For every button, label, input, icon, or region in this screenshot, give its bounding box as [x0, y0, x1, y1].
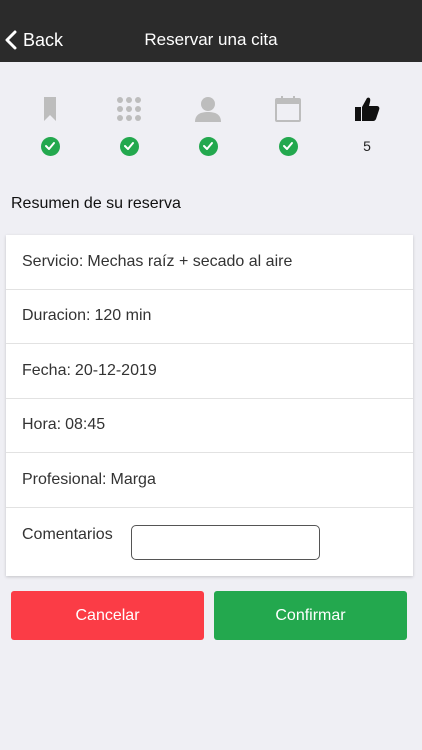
page-title: Reservar una cita	[144, 30, 278, 49]
summary-row-duracion: Duracion: 120 min	[6, 290, 413, 344]
thumbs-up-icon	[352, 94, 382, 124]
profesional-label: Profesional:	[22, 470, 107, 488]
step-professional[interactable]	[186, 94, 230, 158]
navbar: Back Reservar una cita	[0, 0, 422, 62]
confirm-button[interactable]: Confirmar	[214, 591, 407, 640]
duracion-value: 120 min	[94, 307, 152, 325]
step-service[interactable]	[28, 94, 72, 158]
comentarios-label: Comentarios	[22, 525, 113, 543]
summary-title: Resumen de su reserva	[11, 195, 181, 212]
step-category[interactable]	[107, 94, 151, 158]
summary-card: Servicio: Mechas raíz + secado al aire D…	[6, 235, 413, 576]
calendar-icon	[273, 94, 303, 124]
cancel-button[interactable]: Cancelar	[11, 591, 204, 640]
check-icon	[198, 136, 218, 156]
grid-icon	[114, 94, 144, 124]
check-icon	[119, 136, 139, 156]
comentarios-input[interactable]	[130, 524, 320, 560]
summary-row-fecha: Fecha: 20-12-2019	[6, 344, 413, 399]
booking-steps: 5	[0, 62, 422, 174]
summary-row-servicio: Servicio: Mechas raíz + secado al aire	[6, 235, 413, 290]
check-icon	[40, 136, 60, 156]
step-date[interactable]	[266, 94, 310, 158]
servicio-label: Servicio:	[22, 252, 84, 270]
step-confirm[interactable]: 5	[345, 94, 389, 158]
duracion-label: Duracion:	[22, 307, 91, 325]
summary-row-hora: Hora: 08:45	[6, 399, 413, 453]
fecha-label: Fecha:	[22, 361, 71, 379]
hora-label: Hora:	[22, 416, 62, 434]
summary-row-comentarios: Comentarios	[6, 508, 413, 576]
profesional-value: Marga	[110, 470, 156, 488]
summary-row-profesional: Profesional: Marga	[6, 453, 413, 508]
hora-value: 08:45	[65, 416, 106, 434]
step-number: 5	[363, 138, 371, 154]
check-icon	[278, 136, 298, 156]
servicio-value: Mechas raíz + secado al aire	[87, 252, 293, 270]
person-icon	[193, 94, 223, 124]
fecha-value: 20-12-2019	[74, 361, 157, 379]
bookmark-icon	[35, 94, 65, 124]
